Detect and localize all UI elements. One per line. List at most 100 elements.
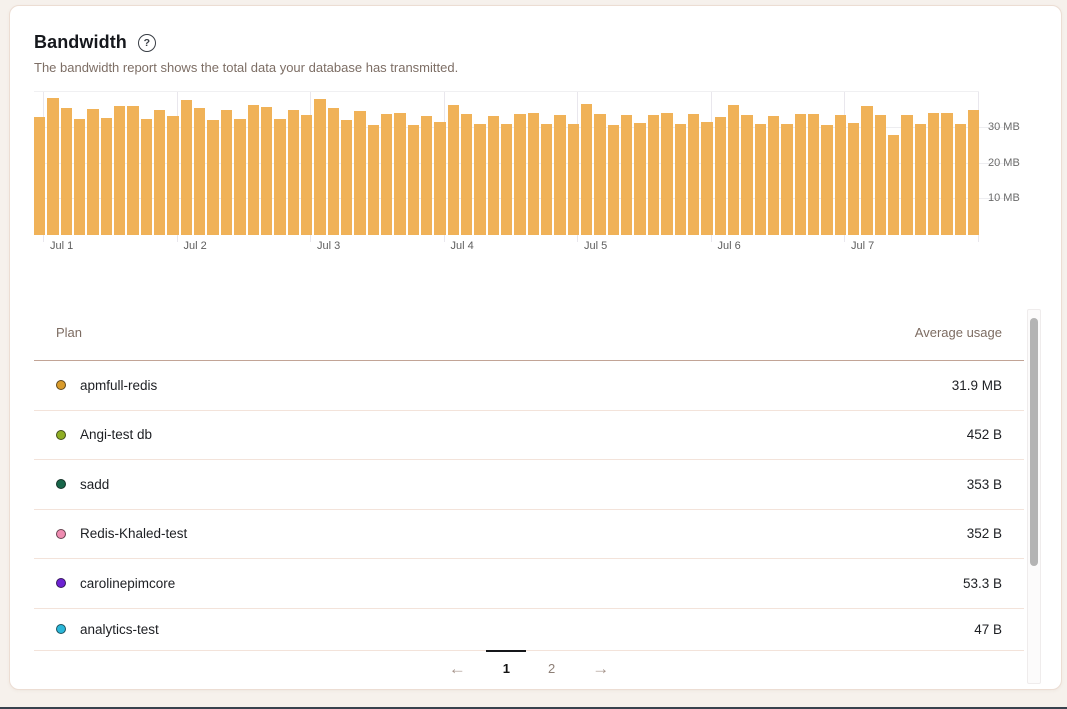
scrollbar-thumb[interactable] (1030, 318, 1038, 566)
chart-bars (34, 92, 979, 235)
chart-bar[interactable] (835, 115, 846, 235)
plan-cell: Redis-Khaled-test (56, 526, 187, 541)
table-scrollbar[interactable] (1027, 309, 1041, 684)
help-icon[interactable]: ? (138, 34, 156, 52)
chart-bar[interactable] (528, 113, 539, 235)
chart-bar[interactable] (381, 114, 392, 235)
chart-bar[interactable] (461, 114, 472, 235)
chart-bar[interactable] (421, 116, 432, 235)
chart-bar[interactable] (968, 110, 979, 235)
chart-bar[interactable] (514, 114, 525, 235)
chart-bar[interactable] (888, 135, 899, 235)
table-row[interactable]: analytics-test47 B (34, 609, 1024, 651)
chart-bar[interactable] (808, 114, 819, 235)
chart-bar[interactable] (101, 118, 112, 235)
chart-bar[interactable] (234, 119, 245, 235)
chart-bar[interactable] (488, 116, 499, 235)
chart-bar[interactable] (661, 113, 672, 235)
chart-bar[interactable] (955, 124, 966, 235)
chart-bar[interactable] (354, 111, 365, 235)
chart-bar[interactable] (328, 108, 339, 235)
chart-x-axis-label: Jul 1 (50, 240, 73, 252)
chart-bar[interactable] (394, 113, 405, 235)
chart-bar[interactable] (181, 100, 192, 235)
chart-bar[interactable] (795, 114, 806, 235)
chart-bar[interactable] (74, 119, 85, 235)
chart-bar[interactable] (861, 106, 872, 235)
chart-bar[interactable] (701, 122, 712, 235)
chart-bar[interactable] (541, 124, 552, 235)
chart-bar[interactable] (688, 114, 699, 235)
table-row[interactable]: sadd 353 B (34, 460, 1024, 510)
chart-bar[interactable] (47, 98, 58, 235)
page-2-button[interactable]: 2 (541, 651, 562, 687)
chart-bar[interactable] (274, 119, 285, 235)
chart-bar[interactable] (141, 119, 152, 235)
chart-bar[interactable] (715, 117, 726, 235)
table-row[interactable]: apmfull-redis31.9 MB (34, 361, 1024, 411)
chart-bar[interactable] (648, 115, 659, 235)
table-row[interactable]: Angi-test db452 B (34, 411, 1024, 461)
chart-bar[interactable] (34, 117, 45, 235)
chart-bar[interactable] (901, 115, 912, 235)
usage-table: Plan Average usage apmfull-redis31.9 MBA… (34, 305, 1024, 687)
chart-bar[interactable] (87, 109, 98, 235)
chart-bar[interactable] (301, 115, 312, 235)
chart-bar[interactable] (261, 107, 272, 235)
chart-bar[interactable] (554, 115, 565, 235)
previous-page-button[interactable]: ← (443, 658, 472, 679)
chart-bar[interactable] (728, 105, 739, 235)
chart-bar[interactable] (608, 125, 619, 235)
chart-bar[interactable] (368, 125, 379, 235)
chart-bar[interactable] (848, 123, 859, 235)
chart-bar[interactable] (248, 105, 259, 235)
plan-color-dot (56, 430, 66, 440)
usage-value: 352 B (967, 526, 1002, 541)
chart-bar[interactable] (568, 124, 579, 235)
next-page-button[interactable]: → (586, 658, 615, 679)
chart-bar[interactable] (634, 123, 645, 235)
chart-bar[interactable] (194, 108, 205, 235)
chart-bar[interactable] (408, 125, 419, 235)
plan-cell: sadd (56, 477, 109, 492)
chart-bar[interactable] (154, 110, 165, 235)
chart-bar[interactable] (781, 124, 792, 235)
chart-bar[interactable] (755, 124, 766, 235)
chart-bar[interactable] (741, 115, 752, 235)
table-row[interactable]: carolinepimcore53.3 B (34, 559, 1024, 609)
chart-bar[interactable] (915, 124, 926, 235)
chart-bar[interactable] (434, 122, 445, 235)
chart-bar[interactable] (61, 108, 72, 235)
chart-bar[interactable] (875, 115, 886, 235)
chart-bar[interactable] (114, 106, 125, 235)
chart-bar[interactable] (127, 106, 138, 235)
column-header-plan: Plan (56, 325, 82, 340)
chart-bar[interactable] (928, 113, 939, 235)
chart-bar[interactable] (768, 116, 779, 235)
chart-bar[interactable] (675, 124, 686, 235)
chart-x-axis-label: Jul 5 (584, 240, 607, 252)
chart-bar[interactable] (581, 104, 592, 235)
chart-bar[interactable] (167, 116, 178, 235)
plan-name: analytics-test (80, 622, 159, 637)
chart-bar[interactable] (821, 125, 832, 235)
page-subtitle: The bandwidth report shows the total dat… (34, 60, 1037, 75)
chart-bar[interactable] (341, 120, 352, 235)
chart-bar[interactable] (288, 110, 299, 235)
chart-bar[interactable] (221, 110, 232, 235)
chart-bar[interactable] (594, 114, 605, 235)
chart-bar[interactable] (448, 105, 459, 235)
usage-value: 353 B (967, 477, 1002, 492)
usage-table-section: Plan Average usage apmfull-redis31.9 MBA… (10, 305, 1061, 688)
chart-bar[interactable] (941, 113, 952, 235)
chart-bar[interactable] (207, 120, 218, 235)
bandwidth-card: Bandwidth ? The bandwidth report shows t… (9, 5, 1062, 690)
page-1-button[interactable]: 1 (496, 651, 517, 687)
chart-bar[interactable] (314, 99, 325, 235)
table-row[interactable]: Redis-Khaled-test 352 B (34, 510, 1024, 560)
plan-cell: analytics-test (56, 622, 159, 637)
chart-bar[interactable] (501, 124, 512, 235)
chart-bar[interactable] (621, 115, 632, 235)
chart-x-axis-label: Jul 4 (451, 240, 474, 252)
chart-bar[interactable] (474, 124, 485, 235)
